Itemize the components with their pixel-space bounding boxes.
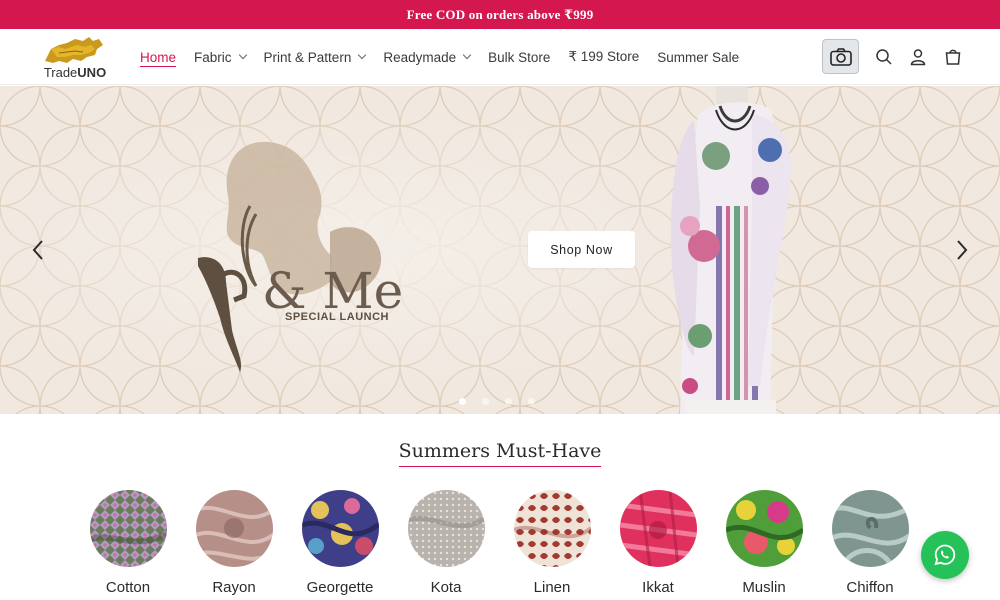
category-chiffon[interactable]: Chiffon	[830, 490, 910, 596]
cart-icon[interactable]	[943, 47, 963, 67]
hero-banner-image: & Me SPECIAL LAUNCH	[0, 86, 1000, 414]
category-label: Georgette	[306, 579, 374, 596]
announcement-bar: Free COD on orders above ₹999	[0, 0, 1000, 29]
category-muslin[interactable]: Muslin	[724, 490, 804, 596]
hero-tagline: SPECIAL LAUNCH	[285, 311, 389, 323]
category-kota[interactable]: Kota	[406, 490, 486, 596]
category-label: Chiffon	[846, 579, 894, 596]
cotton-swatch-image	[89, 490, 167, 567]
category-ikkat[interactable]: Ikkat	[618, 490, 698, 596]
visual-search-button[interactable]	[822, 39, 859, 74]
nav-item-summer-sale[interactable]: Summer Sale	[657, 50, 739, 65]
chevron-down-icon	[462, 50, 472, 60]
nav-item-readymade[interactable]: Readymade	[383, 50, 472, 65]
slider-dot[interactable]	[482, 398, 489, 405]
nav-item-bulk-store[interactable]: Bulk Store	[488, 50, 550, 65]
nav-item-199-store[interactable]: ₹ 199 Store	[568, 49, 639, 65]
category-linen[interactable]: Linen	[512, 490, 592, 596]
category-label: Kota	[430, 579, 462, 596]
tradeuno-logo[interactable]: TradeUNO	[37, 35, 113, 81]
slider-dot[interactable]	[505, 398, 512, 405]
muslin-swatch-image	[725, 490, 803, 567]
shop-now-button[interactable]: Shop Now	[528, 231, 635, 268]
chevron-left-icon	[32, 240, 43, 260]
category-label: Ikkat	[642, 579, 674, 596]
summers-section-title: Summers Must-Have	[0, 440, 1000, 467]
rayon-swatch-image	[195, 490, 273, 567]
category-label: Linen	[533, 579, 571, 596]
bull-logo-icon	[45, 37, 103, 63]
whatsapp-icon	[934, 544, 956, 566]
chevron-down-icon	[358, 50, 367, 60]
chevron-right-icon	[957, 240, 968, 260]
chevron-down-icon	[238, 50, 247, 60]
linen-swatch-image	[513, 490, 591, 567]
search-icon[interactable]	[874, 47, 894, 67]
slider-prev-button[interactable]	[26, 236, 50, 264]
category-georgette[interactable]: Georgette	[300, 490, 380, 596]
nav-item-fabric[interactable]: Fabric	[194, 50, 247, 65]
slider-next-button[interactable]	[950, 236, 974, 264]
chiffon-swatch-image	[831, 490, 909, 567]
main-nav: Home Fabric Print & Pattern Readymade Bu…	[140, 29, 757, 85]
slider-dot[interactable]	[528, 398, 535, 405]
hero-slider: & Me SPECIAL LAUNCH Shop Now	[0, 86, 1000, 414]
category-label: Cotton	[105, 579, 151, 596]
ikkat-swatch-image	[619, 490, 697, 567]
slider-dots	[459, 398, 551, 405]
georgette-swatch-image	[301, 490, 379, 567]
nav-item-print-pattern[interactable]: Print & Pattern	[264, 50, 367, 65]
site-header: TradeUNO Home Fabric Print & Pattern Rea…	[0, 29, 1000, 85]
kota-swatch-image	[407, 490, 485, 567]
nav-item-home[interactable]: Home	[140, 50, 176, 65]
announcement-text: Free COD on orders above ₹999	[406, 6, 594, 22]
account-icon[interactable]	[908, 47, 928, 67]
category-rayon[interactable]: Rayon	[194, 490, 274, 596]
whatsapp-chat-button[interactable]	[921, 531, 969, 579]
category-label: Rayon	[212, 579, 256, 596]
logo-wordmark: TradeUNO	[43, 65, 107, 80]
slider-dot[interactable]	[459, 398, 466, 405]
category-cotton[interactable]: Cotton	[88, 490, 168, 596]
category-label: Muslin	[742, 579, 786, 596]
camera-icon	[829, 47, 852, 66]
